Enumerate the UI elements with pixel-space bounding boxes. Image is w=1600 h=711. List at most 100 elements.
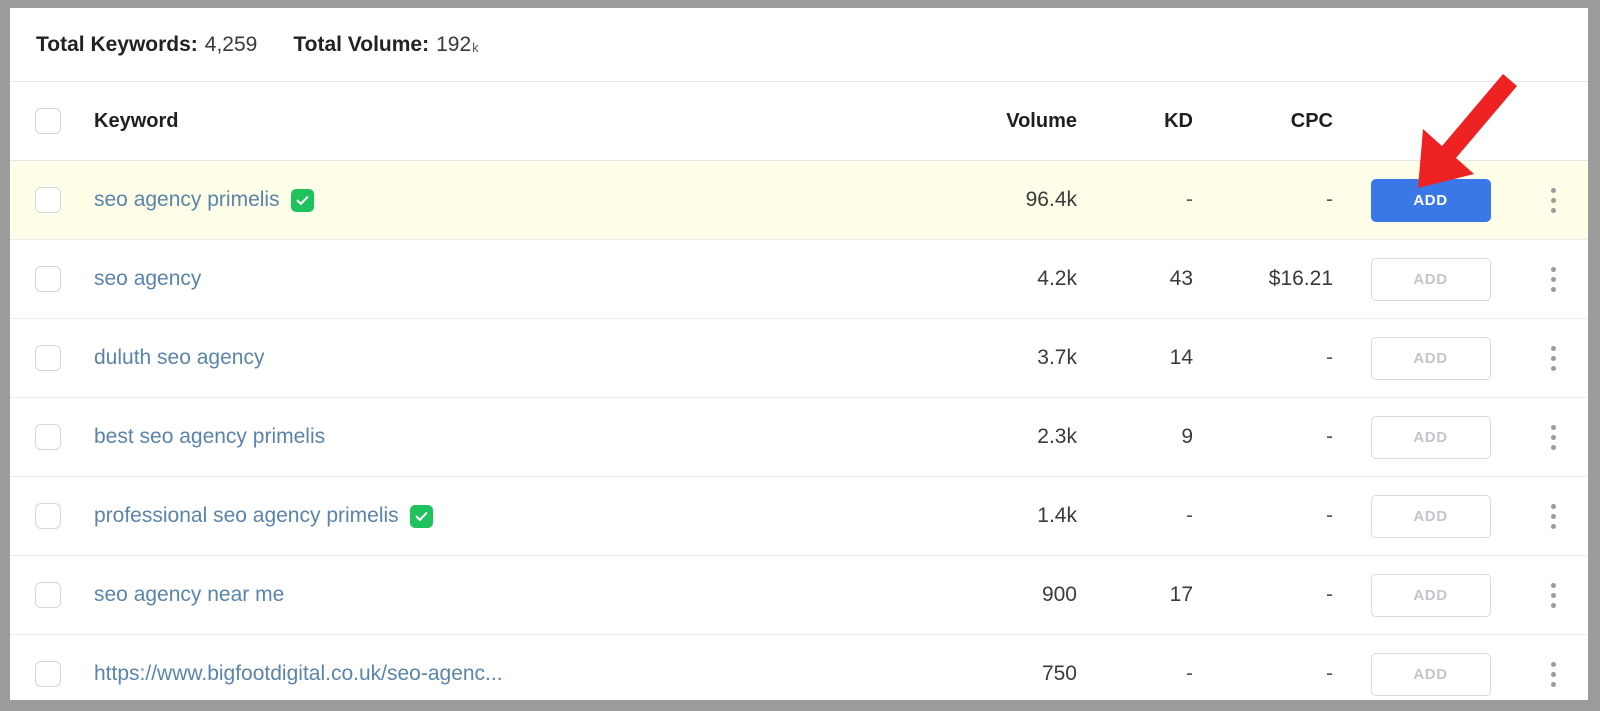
total-keywords-stat: Total Keywords: 4,259 [36, 33, 257, 57]
add-keyword-button[interactable]: ADD [1370, 178, 1491, 222]
row-checkbox[interactable] [35, 187, 61, 213]
action-cell: ADD [1343, 257, 1518, 301]
row-checkbox[interactable] [35, 345, 61, 371]
more-options-icon[interactable] [1543, 263, 1564, 296]
volume-value: 900 [1041, 583, 1077, 606]
cpc-cell: - [1203, 504, 1343, 528]
keyword-cell: seo agency [86, 267, 927, 291]
volume-cell: 1.4k [927, 504, 1083, 528]
column-header-volume: Volume [1006, 109, 1077, 132]
total-volume-value: 192 [436, 32, 472, 56]
more-options-icon[interactable] [1543, 342, 1564, 375]
cpc-cell: - [1203, 425, 1343, 449]
add-keyword-button[interactable]: ADD [1370, 336, 1491, 380]
kd-value: - [1186, 504, 1193, 527]
row-menu-cell[interactable] [1518, 421, 1588, 454]
keyword-link[interactable]: duluth seo agency [94, 346, 264, 370]
row-checkbox-cell[interactable] [10, 187, 86, 213]
volume-suffix: k [1066, 267, 1078, 290]
add-keyword-button[interactable]: ADD [1370, 415, 1491, 459]
row-menu-cell[interactable] [1518, 342, 1588, 375]
keyword-link[interactable]: https://www.bigfootdigital.co.uk/seo-age… [94, 662, 503, 686]
row-checkbox[interactable] [35, 503, 61, 529]
total-keywords-label: Total Keywords: [36, 32, 198, 56]
table-row[interactable]: professional seo agency primelis 1.4k - - AD… [10, 477, 1588, 556]
more-options-icon[interactable] [1543, 421, 1564, 454]
keyword-cell: https://www.bigfootdigital.co.uk/seo-age… [86, 662, 927, 686]
table-row[interactable]: duluth seo agency 3.7k 14 - ADD [10, 319, 1588, 398]
table-row[interactable]: best seo agency primelis 2.3k 9 - ADD [10, 398, 1588, 477]
row-checkbox-cell[interactable] [10, 424, 86, 450]
row-menu-cell[interactable] [1518, 658, 1588, 691]
table-row[interactable]: https://www.bigfootdigital.co.uk/seo-age… [10, 635, 1588, 700]
action-cell: ADD [1343, 573, 1518, 617]
row-menu-cell[interactable] [1518, 579, 1588, 612]
cpc-value: - [1326, 425, 1333, 448]
row-checkbox-cell[interactable] [10, 266, 86, 292]
keyword-link[interactable]: best seo agency primelis [94, 425, 325, 449]
total-volume-stat: Total Volume: 192 k [293, 33, 478, 57]
row-checkbox[interactable] [35, 266, 61, 292]
add-keyword-button[interactable]: ADD [1370, 257, 1491, 301]
volume-suffix: k [1066, 425, 1078, 448]
row-checkbox[interactable] [35, 582, 61, 608]
row-checkbox-cell[interactable] [10, 661, 86, 687]
row-checkbox[interactable] [35, 424, 61, 450]
kd-cell: 9 [1083, 425, 1203, 449]
keyword-link[interactable]: seo agency [94, 267, 201, 291]
select-all-checkbox[interactable] [35, 108, 61, 134]
keyword-link[interactable]: professional seo agency primelis [94, 504, 399, 528]
keyword-link[interactable]: seo agency primelis [94, 188, 280, 212]
cpc-value: $16.21 [1268, 267, 1333, 290]
table-row[interactable]: seo agency near me 900 17 - ADD [10, 556, 1588, 635]
table-row[interactable]: seo agency primelis 96.4k - - ADD [10, 161, 1588, 240]
volume-suffix: k [1066, 188, 1078, 211]
cpc-cell: $16.21 [1203, 267, 1343, 291]
row-checkbox-cell[interactable] [10, 503, 86, 529]
table-row[interactable]: seo agency 4.2k 43 $16.21 ADD [10, 240, 1588, 319]
column-header-keyword: Keyword [94, 109, 179, 132]
more-options-icon[interactable] [1543, 579, 1564, 612]
volume-cell: 2.3k [927, 425, 1083, 449]
kd-value: - [1186, 188, 1193, 211]
volume-value: 4.2 [1037, 267, 1067, 290]
keyword-link[interactable]: seo agency near me [94, 583, 284, 607]
kd-cell: 17 [1083, 583, 1203, 607]
kd-value: 9 [1181, 425, 1193, 448]
header-cell-volume[interactable]: Volume [927, 110, 1083, 133]
add-keyword-button[interactable]: ADD [1370, 573, 1491, 617]
summary-bar: Total Keywords: 4,259 Total Volume: 192 … [10, 8, 1588, 82]
row-checkbox-cell[interactable] [10, 345, 86, 371]
cpc-value: - [1326, 662, 1333, 685]
column-header-kd: KD [1164, 109, 1193, 132]
add-keyword-button[interactable]: ADD [1370, 652, 1491, 696]
cpc-cell: - [1203, 346, 1343, 370]
row-checkbox-cell[interactable] [10, 582, 86, 608]
row-menu-cell[interactable] [1518, 184, 1588, 217]
keyword-cell: duluth seo agency [86, 346, 927, 370]
screenshot-frame: Total Keywords: 4,259 Total Volume: 192 … [0, 0, 1600, 711]
volume-value: 3.7 [1037, 346, 1067, 369]
add-keyword-button[interactable]: ADD [1370, 494, 1491, 538]
action-cell: ADD [1343, 336, 1518, 380]
volume-cell: 750 [927, 662, 1083, 686]
header-cell-cpc[interactable]: CPC [1203, 110, 1343, 133]
verified-check-icon [290, 188, 314, 212]
keyword-cell: professional seo agency primelis [86, 504, 927, 528]
total-volume-suffix: k [472, 39, 479, 55]
row-checkbox[interactable] [35, 661, 61, 687]
more-options-icon[interactable] [1543, 658, 1564, 691]
keyword-cell: seo agency primelis [86, 188, 927, 212]
row-menu-cell[interactable] [1518, 500, 1588, 533]
volume-value: 2.3 [1037, 425, 1067, 448]
volume-value: 96.4 [1025, 188, 1067, 211]
action-cell: ADD [1343, 415, 1518, 459]
header-cell-keyword[interactable]: Keyword [86, 110, 927, 133]
select-all-checkbox-cell[interactable] [10, 108, 86, 134]
action-cell: ADD [1343, 178, 1518, 222]
more-options-icon[interactable] [1543, 500, 1564, 533]
more-options-icon[interactable] [1543, 184, 1564, 217]
table-body: seo agency primelis 96.4k - - ADD seo agency 4… [10, 161, 1588, 700]
row-menu-cell[interactable] [1518, 263, 1588, 296]
header-cell-kd[interactable]: KD [1083, 110, 1203, 133]
